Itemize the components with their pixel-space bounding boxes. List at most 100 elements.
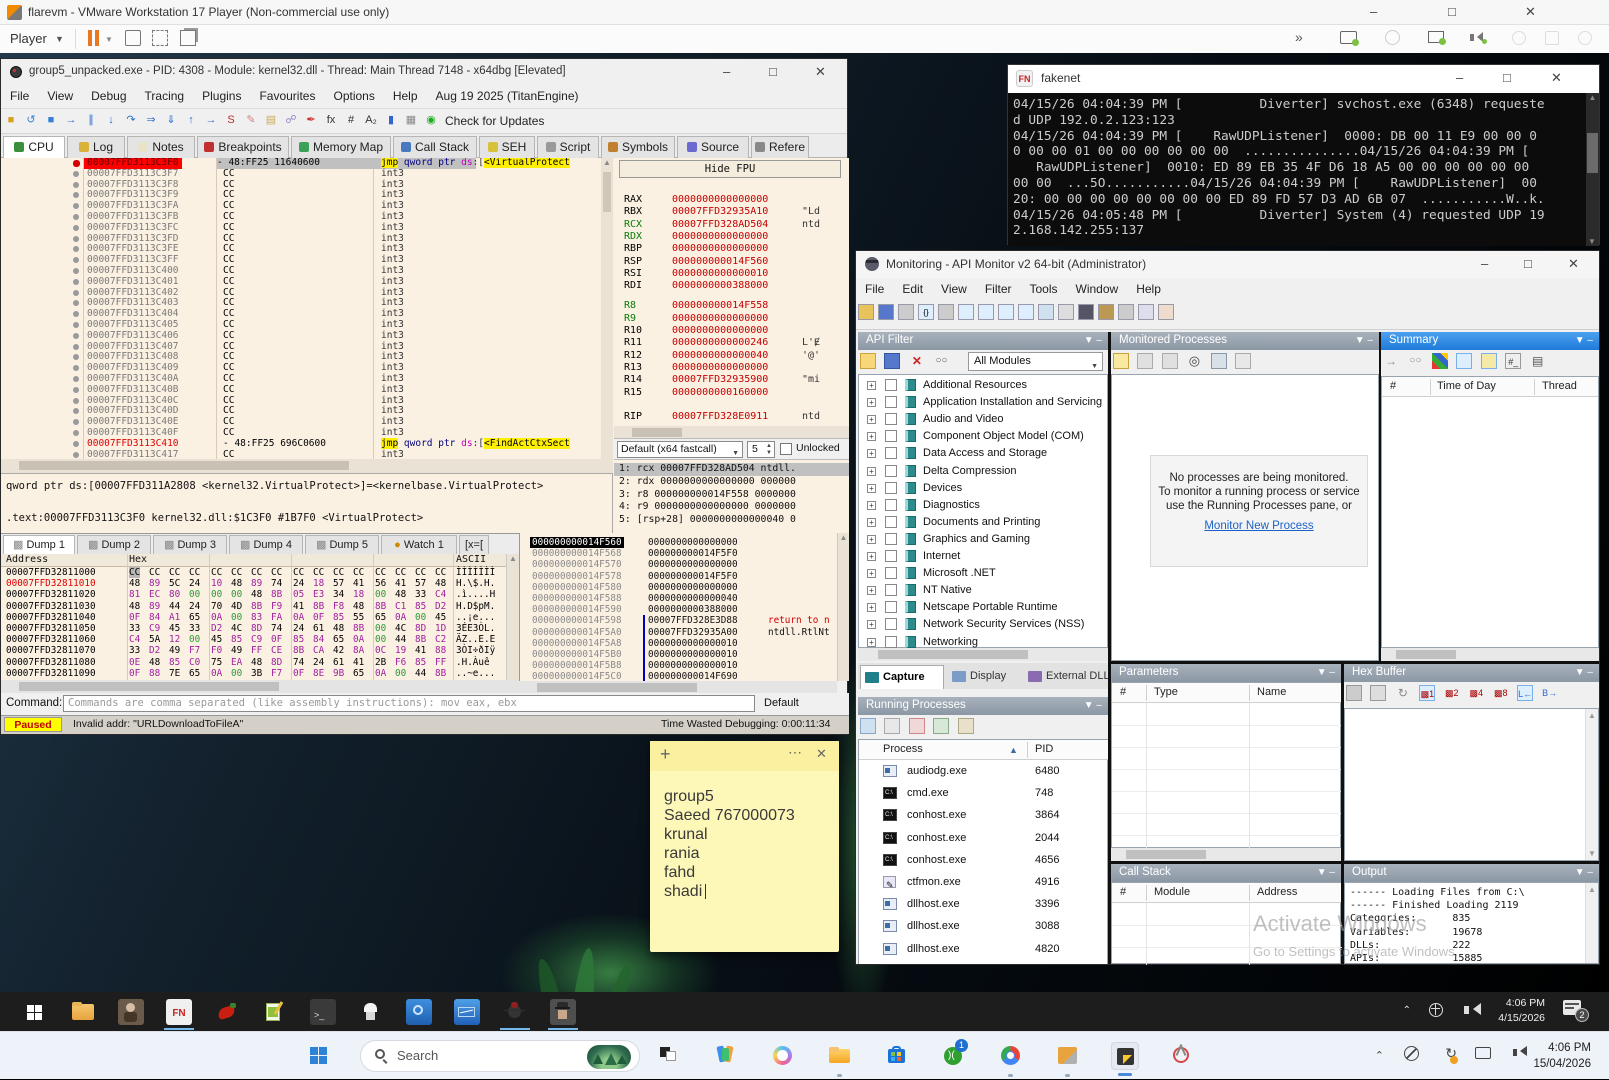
api-filter-item[interactable]: +Network Security Services (NSS)	[859, 616, 1107, 633]
api-filter-item[interactable]: +Graphics and Gaming	[859, 531, 1107, 548]
argument-row[interactable]: 3: r8 000000000014F558 0000000	[614, 489, 849, 502]
usb-icon-1[interactable]	[1512, 31, 1526, 45]
disasm-row[interactable]: 00007FFD3113C401CCint3	[1, 277, 612, 288]
x64dbg-tab-symbols[interactable]: Symbols	[601, 136, 675, 158]
register-row[interactable]: RDI0000000000388000	[614, 280, 849, 292]
apimon-minimize-button[interactable]: –	[1481, 256, 1488, 271]
sum-cols-icon[interactable]: ▤	[1530, 353, 1546, 369]
disasm-row[interactable]: 00007FFD3113C3FCCCint3	[1, 223, 612, 234]
cs-col-address[interactable]: Address	[1257, 886, 1297, 898]
x64dbg-tool-icon-0[interactable]: ■	[3, 112, 19, 128]
stack-scrollbar[interactable]: ▲	[837, 533, 849, 681]
dump-row[interactable]: 00007FFD3281103048894424704D8BF9418BF848…	[1, 601, 519, 612]
dump-row[interactable]: 00007FFD328110400F84A1650A0083FA0A0F8555…	[1, 612, 519, 623]
dump-tab-2[interactable]: ▩ Dump 2	[77, 535, 151, 555]
stack-row[interactable]: 000000000014F5A000007FFD32935A00ntdll.Rt…	[520, 627, 837, 638]
x64dbg-maximize-button[interactable]: □	[769, 64, 777, 79]
callconv-dropdown[interactable]: Default (x64 fastcall)▼	[617, 441, 743, 458]
x64dbg-tab-refere[interactable]: Refere	[751, 136, 809, 158]
apimon-close-button[interactable]: ✕	[1568, 256, 1579, 272]
api-filter-item[interactable]: +Microsoft .NET	[859, 565, 1107, 582]
process-row[interactable]: C:\cmd.exe748	[859, 782, 1107, 804]
register-row[interactable]: R8000000000014F558	[614, 300, 849, 312]
argument-row[interactable]: 5: [rsp+28] 0000000000000040 0	[614, 514, 849, 527]
dump-tab-4[interactable]: ▩ Dump 4	[229, 535, 303, 555]
sticky-add-button[interactable]: +	[660, 744, 671, 765]
dump-tab-5[interactable]: ▩ Dump 5	[305, 535, 379, 555]
apimon-tab-external-dll[interactable]: External DLL	[1024, 665, 1110, 689]
x64dbg-menu-favourites[interactable]: Favourites	[250, 85, 324, 107]
pause-icon[interactable]	[88, 30, 92, 46]
fakenet-close-button[interactable]: ✕	[1551, 70, 1562, 86]
x64dbg-menu-help[interactable]: Help	[384, 85, 427, 107]
sum-col-thread[interactable]: Thread	[1542, 380, 1577, 392]
dump-row[interactable]: 00007FFD32811000CCCCCCCCCCCCCCCCCCCCCCCC…	[1, 567, 519, 578]
register-row[interactable]: RIP00007FFD328E0911ntd	[614, 411, 849, 423]
vm-start-button[interactable]	[22, 999, 48, 1025]
vm-fakenet-icon[interactable]: FN	[166, 999, 192, 1025]
apimon-menu-view[interactable]: View	[932, 278, 976, 300]
vm-x64dbg-icon[interactable]	[502, 999, 528, 1025]
x64dbg-menu-view[interactable]: View	[38, 85, 82, 107]
process-row[interactable]: dllhost.exe3088	[859, 915, 1107, 937]
host-search-box[interactable]: Search	[360, 1040, 640, 1072]
host-snip-icon[interactable]	[1168, 1042, 1196, 1070]
hb-big-endian-icon[interactable]: B→	[1542, 685, 1558, 701]
apimon-tool-icon-3[interactable]: {}	[918, 304, 934, 320]
register-row[interactable]: R100000000000000000	[614, 325, 849, 337]
hb-refresh-icon[interactable]: ↻	[1395, 685, 1411, 701]
stack-row[interactable]: 000000000014F5880000000000000040	[520, 593, 837, 604]
mp-pause-icon[interactable]	[1137, 353, 1153, 369]
apimon-tool-icon-5[interactable]	[958, 304, 974, 320]
argument-row[interactable]: 1: rcx 00007FFD328AD504 ntdll.	[614, 463, 849, 476]
apimon-menu-edit[interactable]: Edit	[893, 278, 932, 300]
api-filter-item[interactable]: +Internet	[859, 548, 1107, 565]
hdd-icon[interactable]	[1340, 31, 1357, 44]
process-row[interactable]: dllhost.exe3396	[859, 893, 1107, 915]
x64dbg-tab-seh[interactable]: SEH	[479, 136, 535, 158]
x64dbg-tool-icon-21[interactable]: ◉	[423, 112, 439, 128]
sum-go-icon[interactable]: →	[1383, 353, 1399, 369]
disasm-scrollbar[interactable]: ▲	[601, 158, 613, 459]
apimon-tool-icon-8[interactable]	[1018, 304, 1034, 320]
disasm-row[interactable]: 00007FFD3113C3F7CCint3	[1, 169, 612, 180]
pause-caret[interactable]: ▼	[105, 35, 113, 44]
locals-tab[interactable]: [x=[	[459, 535, 489, 555]
api-filter-item[interactable]: +Delta Compression	[859, 463, 1107, 480]
apimon-menu-filter[interactable]: Filter	[976, 278, 1021, 300]
dump-row[interactable]: 00007FFD3281102081EC80000000488B05E33418…	[1, 589, 519, 600]
arg-count-spinner[interactable]: 5▲▼	[747, 441, 775, 458]
apimon-tool-icon-4[interactable]	[938, 304, 954, 320]
monitor-new-process-link[interactable]: Monitor New Process	[1151, 520, 1367, 532]
host-tray-chevron-icon[interactable]: ⌃	[1375, 1049, 1384, 1062]
x64dbg-tool-icon-11[interactable]: S	[223, 112, 239, 128]
argument-row[interactable]: 4: r9 0000000000000000 0000000	[614, 501, 849, 514]
api-filter-item[interactable]: +Diagnostics	[859, 497, 1107, 514]
apimon-tool-icon-0[interactable]	[858, 304, 874, 320]
process-row[interactable]: C:\conhost.exe2044	[859, 827, 1107, 849]
vm-terminal-icon[interactable]: >_	[310, 999, 336, 1025]
vm-chili-icon[interactable]	[214, 999, 240, 1025]
x64dbg-menu-plugins[interactable]: Plugins	[193, 85, 250, 107]
x64dbg-tool-icon-19[interactable]: ▮	[383, 112, 399, 128]
x64dbg-tool-icon-10[interactable]: →	[203, 112, 219, 128]
mp-new-icon[interactable]	[1113, 353, 1129, 369]
filter-delete-icon[interactable]: ✕	[909, 353, 925, 369]
stack-row[interactable]: 000000000014F5600000000000000000	[520, 537, 837, 548]
stack-hscrollbar[interactable]	[519, 681, 837, 693]
cs-col-num[interactable]: #	[1120, 886, 1126, 898]
x64dbg-tool-icon-16[interactable]: fx	[323, 112, 339, 128]
rp-tree-icon[interactable]	[933, 718, 949, 734]
x64dbg-minimize-button[interactable]: –	[723, 64, 730, 79]
process-row[interactable]: ✎ctfmon.exe4916	[859, 871, 1107, 893]
apimon-menu-file[interactable]: File	[856, 278, 893, 300]
sum-find-icon[interactable]: ○○	[1407, 353, 1423, 369]
col-pid[interactable]: PID	[1035, 743, 1053, 755]
check-for-updates[interactable]: Check for Updates	[445, 114, 544, 128]
disasm-row[interactable]: 00007FFD3113C417CCint3	[1, 450, 612, 459]
host-tray-vmware-mouse-icon[interactable]	[1404, 1046, 1419, 1061]
register-row[interactable]: R130000000000000000	[614, 362, 849, 374]
api-filter-hscrollbar[interactable]	[858, 648, 1108, 661]
dump-tab-6[interactable]: ● Watch 1	[381, 535, 457, 555]
host-tray-display-icon[interactable]	[1475, 1047, 1491, 1059]
